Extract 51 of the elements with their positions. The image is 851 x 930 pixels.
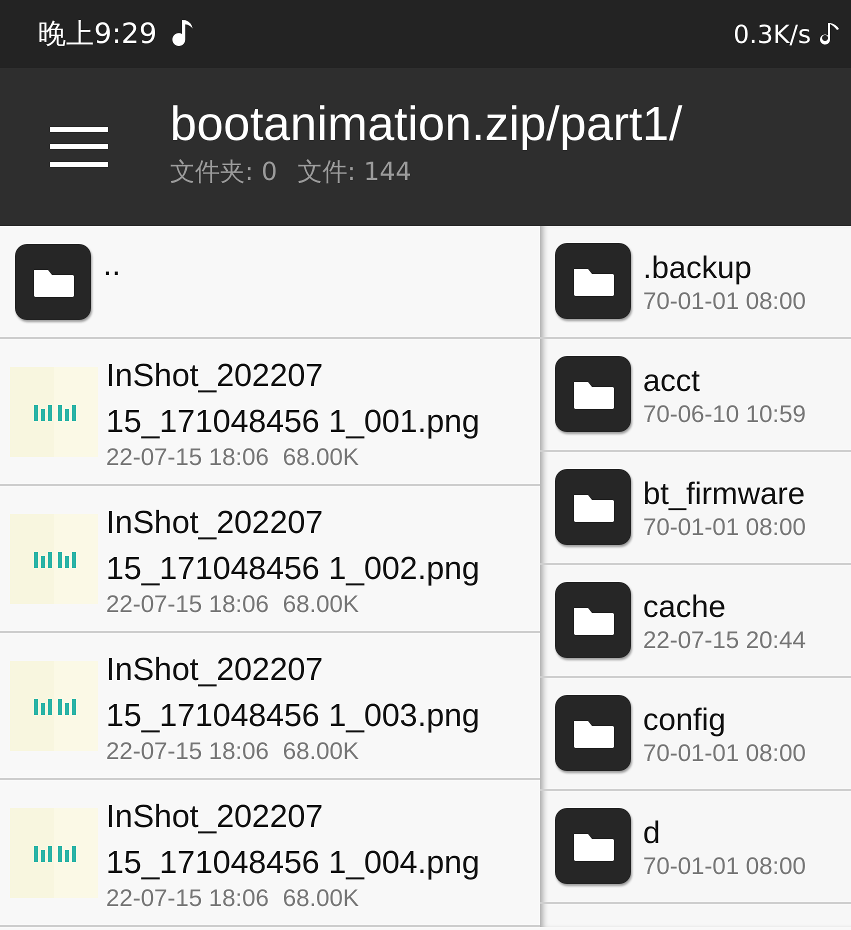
- folder-icon: [15, 244, 93, 322]
- folder-date: 22-07-15 20:44: [643, 626, 806, 654]
- file-size: 68.00K: [282, 590, 359, 618]
- folder-icon: [555, 694, 633, 772]
- folder-row[interactable]: config 70-01-01 08:00: [540, 678, 851, 791]
- folder-name: config: [643, 700, 727, 738]
- folder-row[interactable]: .backup 70-01-01 08:00: [540, 226, 851, 339]
- file-row[interactable]: InShot_202207 15_171048456 1_004.png 22-07-15 18:06 68.00K: [0, 780, 540, 927]
- file-name: InShot_202207 15_171048456 1_002.png: [106, 502, 480, 588]
- file-date: 22-07-15 18:06: [106, 884, 269, 912]
- folder-row[interactable]: cache 22-07-15 20:44: [540, 565, 851, 678]
- menu-icon: [50, 127, 108, 167]
- file-size: 68.00K: [282, 738, 359, 766]
- file-row[interactable]: InShot_202207 15_171048456 1_003.png 22-07-15 18:06 68.00K: [0, 633, 540, 780]
- file-count: 文件: 144: [297, 156, 412, 188]
- folder-icon: [555, 808, 633, 886]
- folder-icon: [555, 356, 633, 434]
- folder-icon: [555, 468, 633, 546]
- folder-icon: [555, 242, 633, 320]
- file-name: InShot_202207 15_171048456 1_004.png: [106, 796, 480, 882]
- folder-date: 70-01-01 08:00: [643, 852, 806, 880]
- folder-name: bt_firmware: [643, 474, 806, 512]
- folder-date: 70-01-01 08:00: [643, 740, 806, 768]
- file-row[interactable]: ..: [0, 226, 540, 339]
- folder-icon: [555, 582, 633, 660]
- folder-date: 70-01-01 08:00: [643, 514, 806, 542]
- file-date: 22-07-15 18:06: [106, 738, 269, 766]
- file-size: 68.00K: [282, 444, 359, 472]
- file-row[interactable]: InShot_202207 15_171048456 1_002.png 22-07-15 18:06 68.00K: [0, 486, 540, 633]
- file-size: 68.00K: [282, 884, 359, 912]
- file-name: ..: [103, 245, 121, 284]
- menu-button[interactable]: [50, 127, 108, 167]
- folder-row[interactable]: d 70-01-01 08:00: [540, 791, 851, 904]
- music-note-icon: [817, 21, 841, 47]
- folder-name: acct: [643, 362, 701, 400]
- folder-name: .backup: [643, 248, 753, 286]
- folder-date: 70-01-01 08:00: [643, 288, 806, 316]
- file-name: InShot_202207 15_171048456 1_001.png: [106, 356, 480, 441]
- folder-row[interactable]: acct 70-06-10 10:59: [540, 339, 851, 452]
- folder-date: 70-06-10 10:59: [643, 400, 806, 428]
- folder-count: 文件夹: 0: [170, 156, 278, 188]
- network-speed: 0.3K/s: [733, 20, 811, 48]
- folder-name: d: [643, 814, 662, 852]
- folder-row[interactable]: bt_firmware 70-01-01 08:00: [540, 452, 851, 565]
- file-name: InShot_202207 15_171048456 1_003.png: [106, 650, 480, 735]
- folder-name: cache: [643, 588, 727, 626]
- file-row[interactable]: InShot_202207 15_171048456 1_001.png 22-07-15 18:06 68.00K: [0, 339, 540, 486]
- file-date: 22-07-15 18:06: [106, 590, 269, 618]
- path-title: bootanimation.zip/part1/: [170, 96, 682, 152]
- status-time: 晚上9:29: [38, 16, 157, 52]
- file-date: 22-07-15 18:06: [106, 444, 269, 472]
